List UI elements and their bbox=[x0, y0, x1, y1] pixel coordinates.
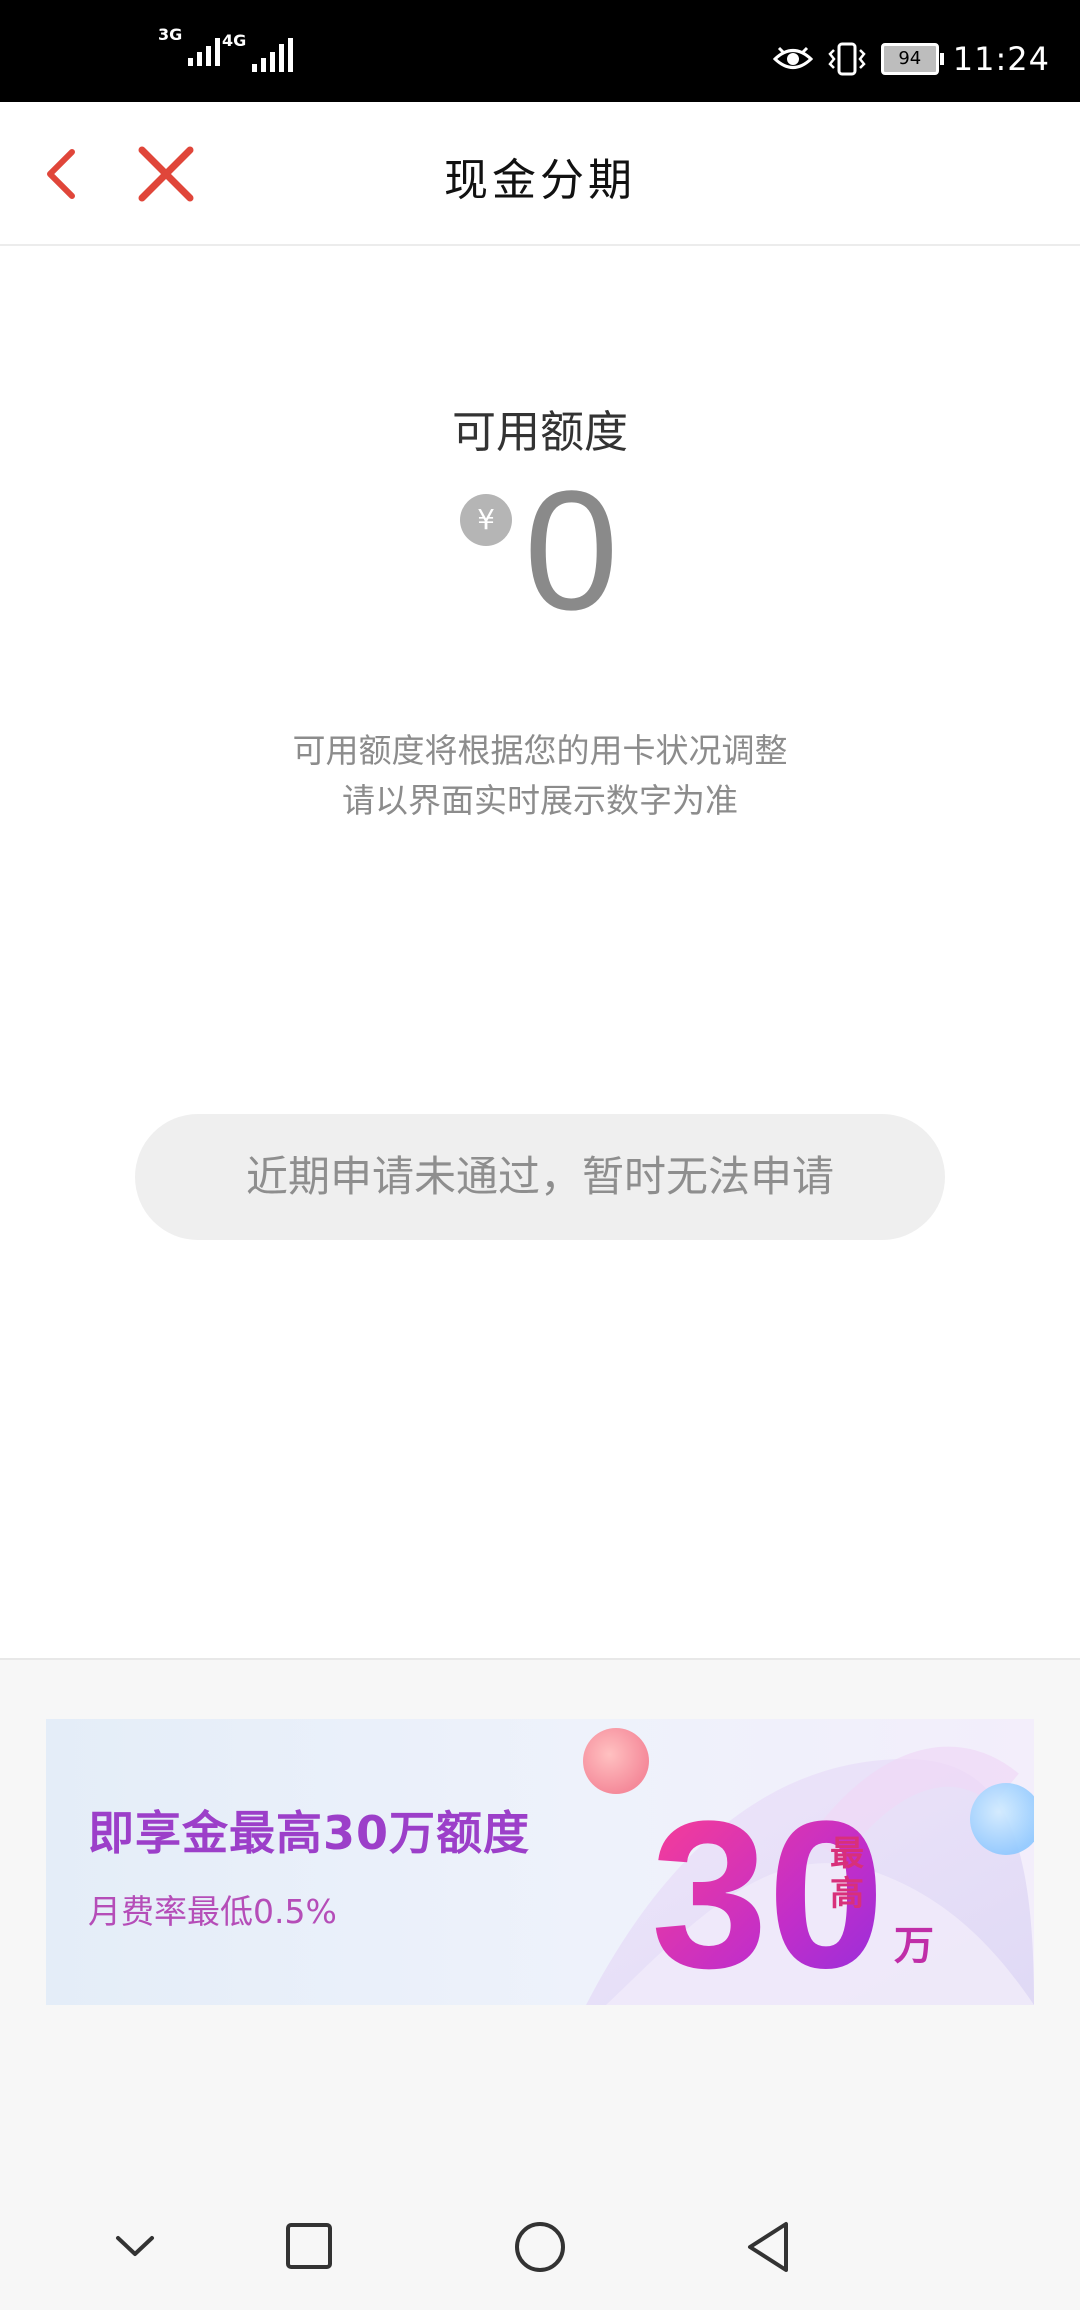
banner-subline: 月费率最低0.5% bbox=[88, 1892, 337, 1931]
home-button[interactable] bbox=[505, 2212, 575, 2282]
signal-3g-icon: 3G bbox=[158, 25, 221, 66]
battery-icon: 94 bbox=[880, 43, 944, 75]
quota-note-line1: 可用额度将根据您的用卡状况调整 bbox=[292, 731, 788, 770]
page-title: 现金分期 bbox=[444, 155, 636, 206]
apply-button[interactable]: 近期申请未通过，暂时无法申请 bbox=[135, 1114, 945, 1240]
quota-label: 可用额度 bbox=[452, 407, 628, 458]
triangle-back-icon bbox=[748, 2222, 788, 2272]
banner-headline: 即享金最高30万额度 bbox=[88, 1806, 531, 1860]
currency-icon: ¥ bbox=[460, 494, 512, 546]
recent-apps-button[interactable] bbox=[274, 2212, 344, 2282]
quota-note-line2: 请以界面实时展示数字为准 bbox=[342, 781, 738, 820]
chevron-down-icon bbox=[116, 2236, 154, 2256]
vibrate-icon bbox=[828, 42, 866, 76]
quota-panel: 可用额度 ¥ 0 可用额度将根据您的用卡状况调整 请以界面实时展示数字为准 近期… bbox=[0, 246, 1080, 1660]
clock: 11:24 bbox=[952, 40, 1050, 78]
circle-icon bbox=[515, 2222, 565, 2272]
available-amount: 0 bbox=[524, 456, 619, 646]
promo-banner[interactable]: 30 最 高 万 即享金最高30万额度 月费率最低0.5% bbox=[46, 1719, 1034, 2005]
banner-unit: 万 bbox=[894, 1923, 934, 1969]
dropdown-button[interactable] bbox=[100, 2212, 170, 2282]
system-back-button[interactable] bbox=[736, 2212, 806, 2282]
banner-tag-bottom: 高 bbox=[830, 1874, 864, 1914]
nav-bar: 现金分期 bbox=[0, 102, 1080, 246]
banner-tag-top: 最 bbox=[830, 1834, 864, 1874]
network-type-label: 4G bbox=[222, 31, 247, 50]
status-bar: 3G 4G 94 11:24 bbox=[0, 0, 1080, 102]
square-icon bbox=[286, 2223, 332, 2269]
eye-comfort-icon bbox=[772, 46, 813, 69]
signal-4g-icon: 4G bbox=[222, 31, 294, 72]
system-nav-bar bbox=[0, 2182, 1080, 2310]
network-type-label: 3G bbox=[158, 25, 183, 44]
